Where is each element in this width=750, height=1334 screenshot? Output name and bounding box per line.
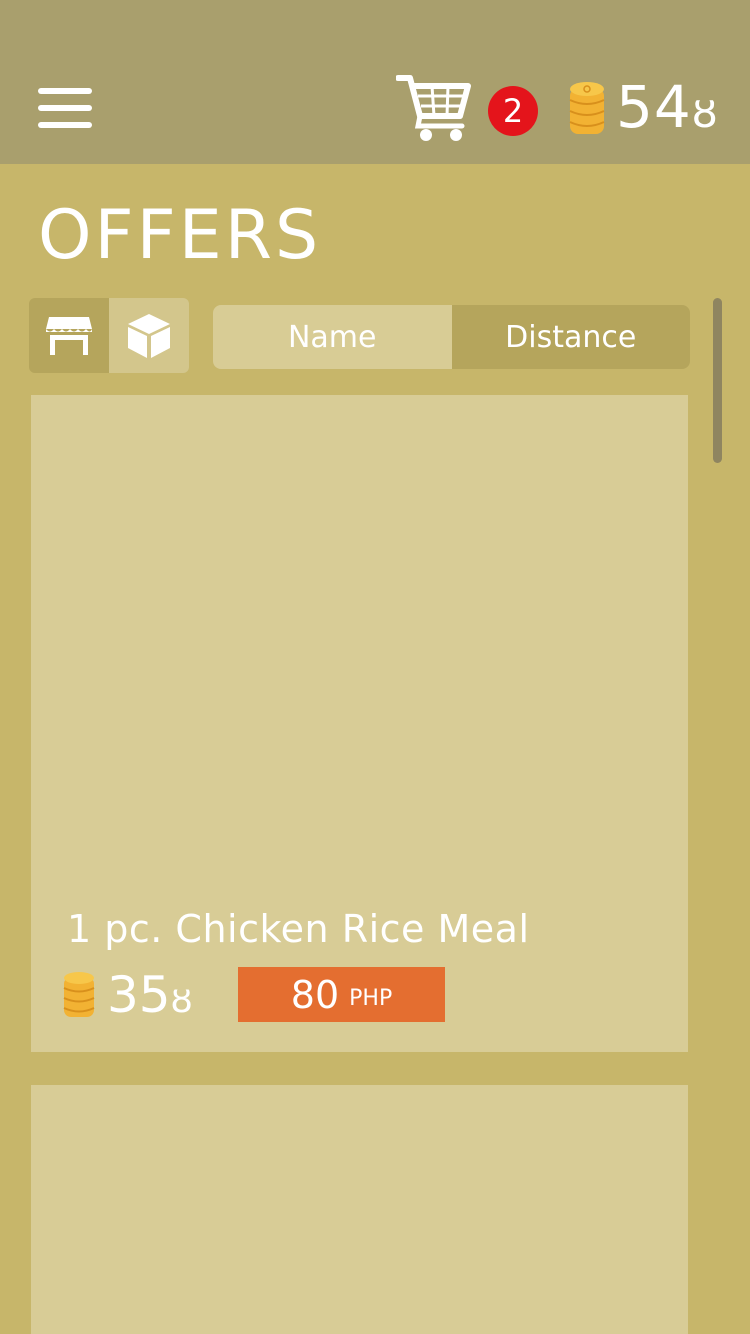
offer-card[interactable]: 1 pc. Chicken Rice Meal 35ȣ 80 PHP bbox=[31, 395, 688, 1052]
sort-by-distance-button[interactable]: Distance bbox=[451, 305, 690, 369]
menu-icon[interactable] bbox=[38, 88, 92, 128]
points-balance-value: 54 bbox=[616, 73, 692, 141]
offer-price-tag: 80 PHP bbox=[238, 967, 445, 1022]
points-unit: ȣ bbox=[691, 88, 719, 137]
points-balance: 54ȣ bbox=[616, 74, 718, 140]
offer-points-value: 35 bbox=[107, 966, 171, 1024]
coin-stack-icon bbox=[63, 972, 95, 1017]
coin-stack-icon bbox=[569, 82, 605, 134]
sort-by-name-button[interactable]: Name bbox=[213, 305, 452, 369]
store-icon bbox=[46, 316, 92, 355]
scrollbar[interactable] bbox=[713, 298, 722, 463]
offer-price-currency: PHP bbox=[349, 986, 393, 1011]
view-toggle bbox=[29, 298, 189, 373]
offer-price-row: 35ȣ 80 PHP bbox=[63, 967, 663, 1023]
offer-price-value: 80 bbox=[290, 972, 340, 1017]
cart-icon[interactable] bbox=[396, 72, 474, 144]
sort-toggle: Name Distance bbox=[213, 305, 690, 369]
offer-points-unit: ȣ bbox=[170, 980, 193, 1021]
cart-count-badge[interactable]: 2 bbox=[488, 86, 538, 136]
store-view-button[interactable] bbox=[29, 298, 109, 373]
app-header: 2 54ȣ bbox=[0, 0, 750, 164]
box-icon bbox=[128, 313, 170, 358]
page-title: OFFERS bbox=[38, 196, 322, 275]
offer-card[interactable] bbox=[31, 1085, 688, 1334]
product-view-button[interactable] bbox=[109, 298, 189, 373]
offer-name: 1 pc. Chicken Rice Meal bbox=[67, 907, 530, 951]
offer-points: 35ȣ bbox=[107, 967, 193, 1029]
